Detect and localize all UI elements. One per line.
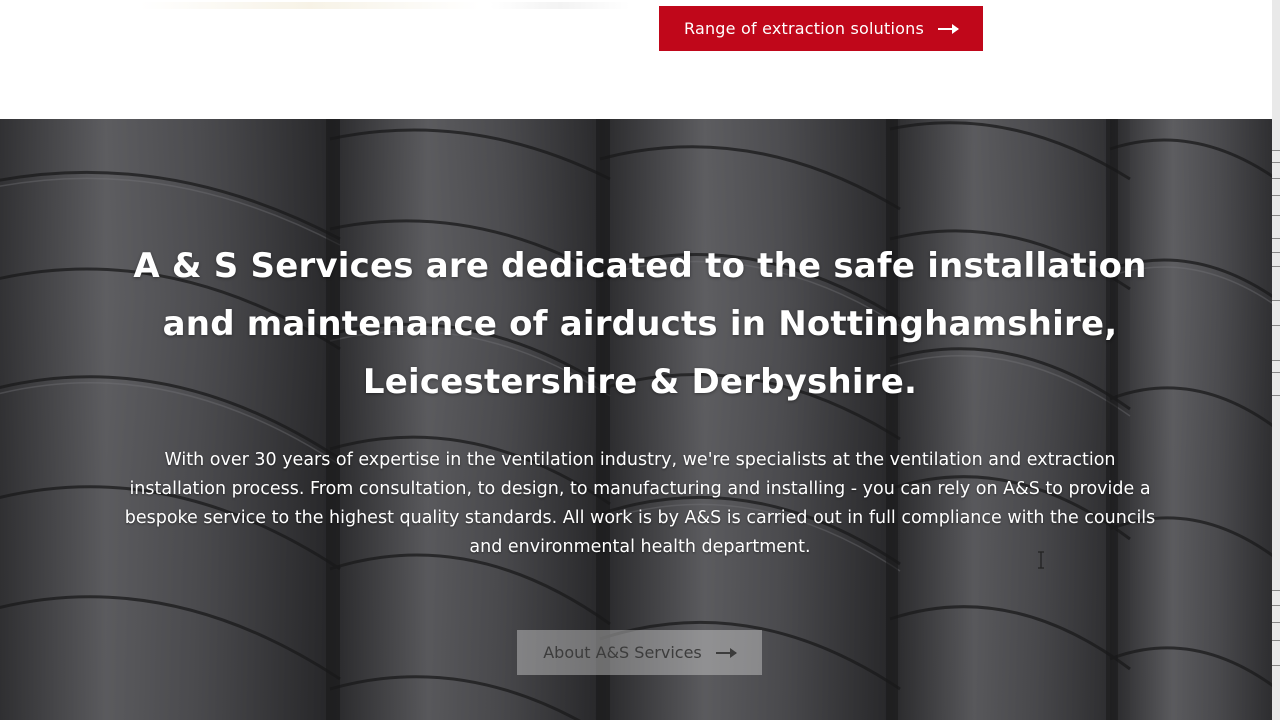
scrollbar-mark	[1272, 150, 1280, 151]
hero-headline: A & S Services are dedicated to the safe…	[133, 246, 1147, 402]
arrow-right-icon	[938, 23, 960, 34]
range-of-extraction-solutions-button[interactable]: Range of extraction solutions	[659, 6, 983, 51]
page: Range of extraction solutions A & S Serv…	[0, 0, 1280, 720]
scrollbar-mark	[1272, 300, 1280, 301]
scrollbar-mark	[1272, 238, 1280, 239]
scrollbar-mark	[1272, 178, 1280, 179]
arrow-right-icon	[715, 647, 737, 658]
scrollbar-mark	[1272, 640, 1280, 641]
hero-section: A & S Services are dedicated to the safe…	[0, 119, 1272, 720]
scrollbar-mark	[1272, 162, 1280, 163]
range-button-label: Range of extraction solutions	[683, 19, 925, 38]
about-button-label: About A&S Services	[543, 643, 702, 662]
scrollbar-mark	[1272, 665, 1280, 666]
text-cursor-icon	[1038, 551, 1044, 569]
faded-text-remnant	[490, 2, 630, 9]
scrollbar-mark	[1272, 590, 1280, 591]
scrollbar-mark	[1272, 195, 1280, 196]
scrollbar-mark	[1272, 360, 1280, 361]
scrollbar-mark	[1272, 266, 1280, 267]
faded-text-remnant	[140, 2, 480, 9]
about-as-services-button[interactable]: About A&S Services	[517, 630, 762, 675]
scrollbar-mark	[1272, 605, 1280, 606]
scrollbar-mark	[1272, 252, 1280, 253]
scrollbar-mark	[1272, 215, 1280, 216]
hero-description: With over 30 years of expertise in the v…	[124, 450, 1156, 557]
scrollbar-mark	[1272, 622, 1280, 623]
scrollbar-mark	[1272, 372, 1280, 373]
scrollbar-mark	[1272, 395, 1280, 396]
top-section: Range of extraction solutions	[0, 0, 1272, 119]
scrollbar-mark	[1272, 325, 1280, 326]
